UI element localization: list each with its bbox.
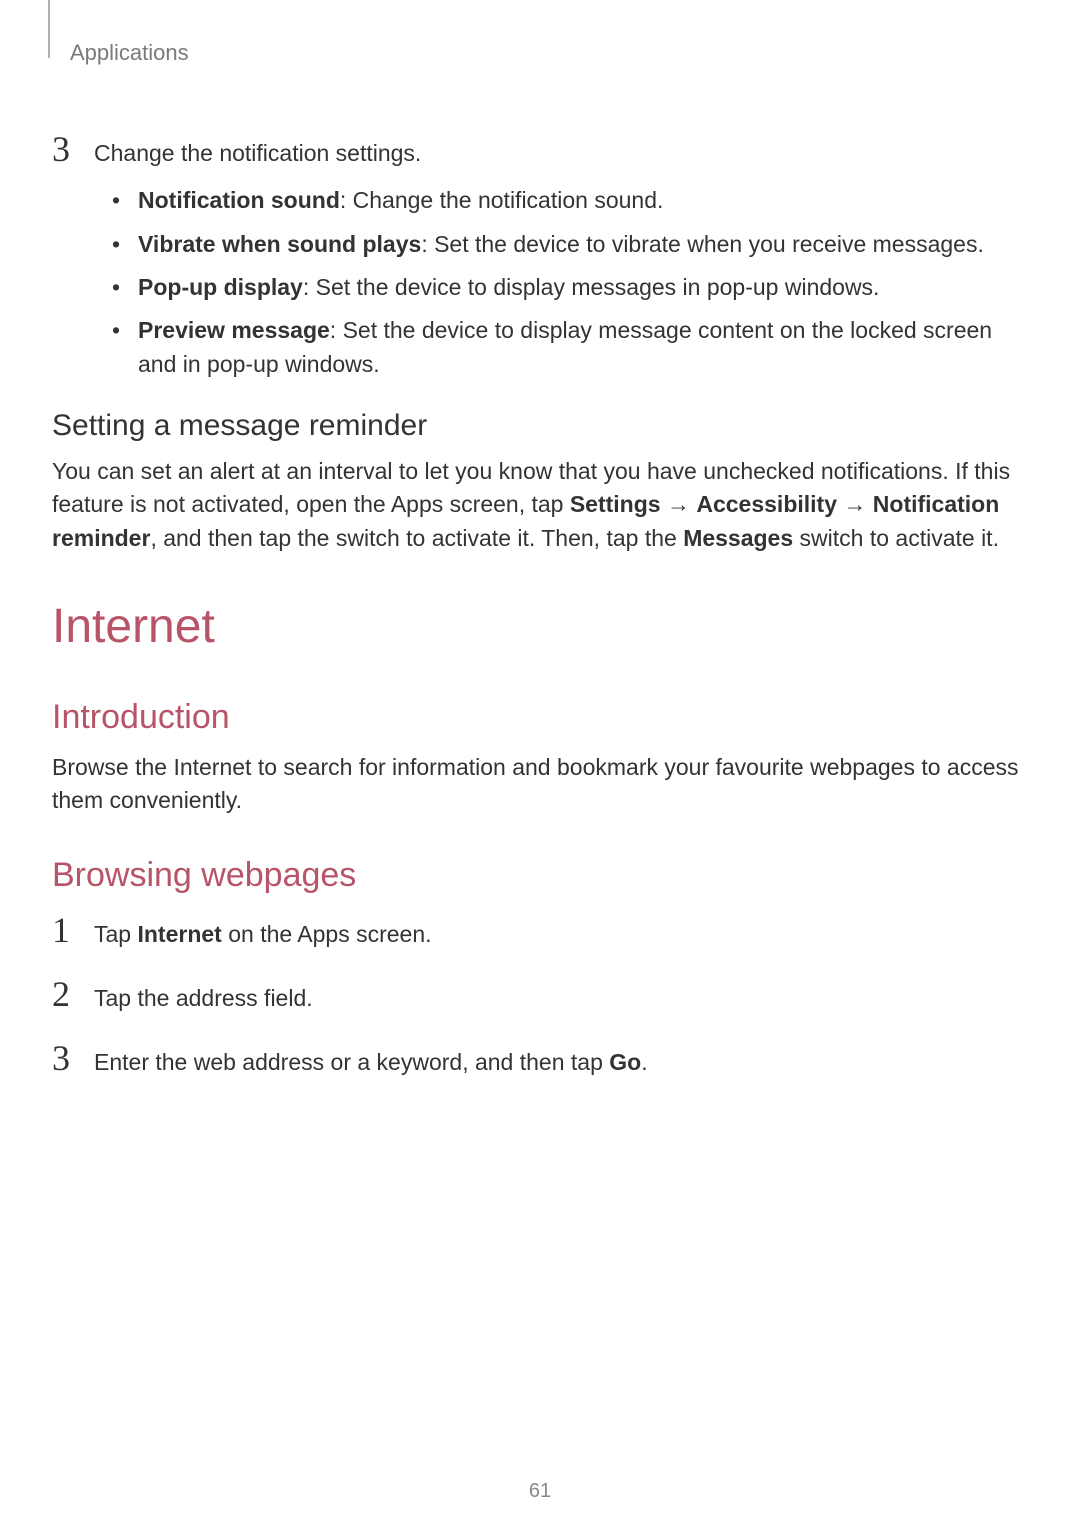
bullet-desc: : Set the device to display messages in … — [303, 274, 880, 300]
step-pre: Tap the address field. — [94, 985, 313, 1011]
bullet-dot: • — [112, 184, 138, 217]
page-number: 61 — [529, 1480, 551, 1503]
step-bold: Internet — [137, 921, 221, 947]
bullet-text: Notification sound: Change the notificat… — [138, 184, 663, 217]
arrow-icon: → — [661, 491, 697, 517]
browsing-step-2: 2 Tap the address field. — [52, 973, 1028, 1015]
bullet-desc: : Change the notification sound. — [340, 187, 664, 213]
reminder-paragraph: You can set an alert at an interval to l… — [52, 455, 1028, 555]
step-text: Tap Internet on the Apps screen. — [94, 912, 432, 951]
breadcrumb: Applications — [70, 40, 1028, 66]
introduction-text: Browse the Internet to search for inform… — [52, 751, 1028, 818]
step-3-row: 3 Change the notification settings. — [52, 128, 1028, 170]
step-bold: Go — [609, 1049, 641, 1075]
bullet-term: Notification sound — [138, 187, 340, 213]
introduction-heading: Introduction — [52, 698, 1028, 737]
reminder-text-b: , and then tap the switch to activate it… — [150, 525, 683, 551]
browsing-step-1: 1 Tap Internet on the Apps screen. — [52, 909, 1028, 951]
step-3-text: Change the notification settings. — [94, 131, 421, 170]
bullet-term: Vibrate when sound plays — [138, 231, 421, 257]
reminder-messages: Messages — [683, 525, 793, 551]
step-pre: Enter the web address or a keyword, and … — [94, 1049, 609, 1075]
bullet-item-notification-sound: • Notification sound: Change the notific… — [112, 184, 1028, 217]
step-text: Tap the address field. — [94, 976, 313, 1015]
internet-title: Internet — [52, 599, 1028, 654]
step-num: 1 — [52, 909, 94, 951]
bullet-item-preview: • Preview message: Set the device to dis… — [112, 314, 1028, 381]
browsing-step-3: 3 Enter the web address or a keyword, an… — [52, 1037, 1028, 1079]
bullet-term: Preview message — [138, 317, 330, 343]
bullet-term: Pop-up display — [138, 274, 303, 300]
notification-bullets: • Notification sound: Change the notific… — [112, 184, 1028, 381]
step-num: 3 — [52, 1037, 94, 1079]
page-content: Applications 3 Change the notification s… — [0, 0, 1080, 1142]
bullet-text: Pop-up display: Set the device to displa… — [138, 271, 879, 304]
step-3-num: 3 — [52, 128, 94, 170]
reminder-settings: Settings — [570, 491, 661, 517]
reminder-heading: Setting a message reminder — [52, 409, 1028, 443]
step-text: Enter the web address or a keyword, and … — [94, 1040, 648, 1079]
bullet-text: Vibrate when sound plays: Set the device… — [138, 228, 984, 261]
bullet-text: Preview message: Set the device to displ… — [138, 314, 1028, 381]
bullet-desc: : Set the device to vibrate when you rec… — [421, 231, 984, 257]
reminder-text-c: switch to activate it. — [793, 525, 999, 551]
bullet-dot: • — [112, 228, 138, 261]
bullet-dot: • — [112, 314, 138, 347]
browsing-heading: Browsing webpages — [52, 856, 1028, 895]
arrow-icon: → — [837, 491, 873, 517]
step-post: on the Apps screen. — [222, 921, 432, 947]
reminder-accessibility: Accessibility — [696, 491, 837, 517]
bullet-item-vibrate: • Vibrate when sound plays: Set the devi… — [112, 228, 1028, 261]
step-post: . — [641, 1049, 647, 1075]
step-pre: Tap — [94, 921, 137, 947]
header-marker — [48, 0, 50, 58]
step-num: 2 — [52, 973, 94, 1015]
browsing-steps: 1 Tap Internet on the Apps screen. 2 Tap… — [52, 909, 1028, 1080]
bullet-item-popup: • Pop-up display: Set the device to disp… — [112, 271, 1028, 304]
bullet-dot: • — [112, 271, 138, 304]
